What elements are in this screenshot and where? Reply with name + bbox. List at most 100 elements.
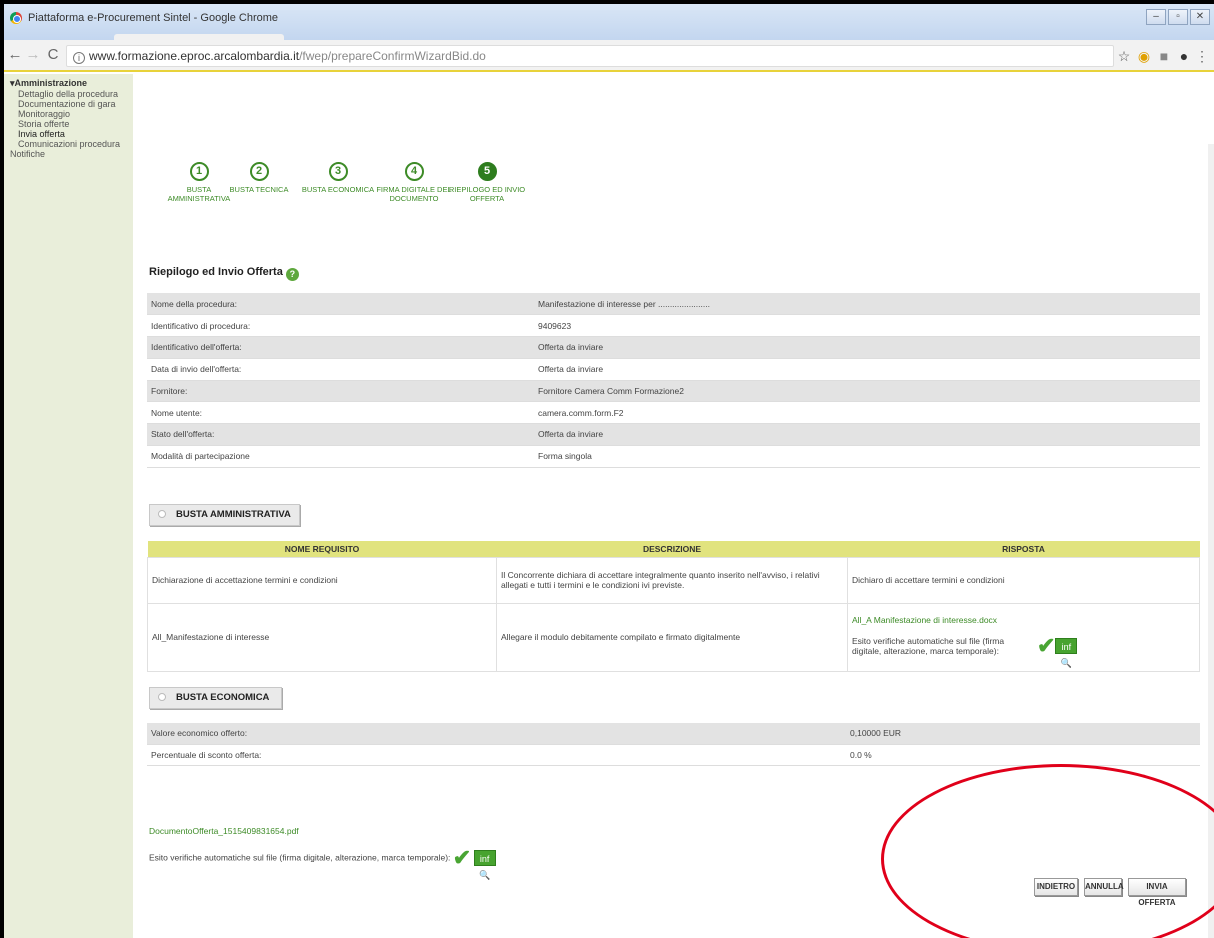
- step-label: BUSTA TECNICA: [229, 185, 289, 194]
- extension-color-icon[interactable]: ◉: [1136, 48, 1152, 64]
- checkmark-icon: ✔: [1037, 633, 1056, 658]
- summary-value: Fornitore Camera Comm Formazione2: [534, 380, 1200, 403]
- step-number: 5: [477, 162, 497, 181]
- wizard-step-3[interactable]: 3 BUSTA ECONOMICA: [298, 162, 378, 194]
- browser-toolbar: ← → C i www.formazione.eproc.arcalombardi…: [4, 40, 1214, 72]
- wizard-step-5[interactable]: 5 RIEPILOGO ED INVIO OFFERTA: [447, 162, 527, 203]
- bookmark-star-icon[interactable]: ☆: [1116, 48, 1132, 64]
- column-header-risposta: RISPOSTA: [847, 541, 1200, 557]
- extension-square-icon[interactable]: ■: [1156, 48, 1172, 64]
- step-label: RIEPILOGO ED INVIO OFFERTA: [448, 185, 526, 203]
- requirement-description: Il Concorrente dichiara di accettare int…: [496, 556, 848, 604]
- economic-table: Valore economico offerto: 0,10000 EUR Per…: [147, 723, 1200, 766]
- summary-value: Offerta da inviare: [534, 358, 1200, 381]
- summary-label: Modalità di partecipazione: [147, 445, 534, 468]
- wizard-step-4[interactable]: 4 FIRMA DIGITALE DEL DOCUMENTO: [374, 162, 454, 203]
- step-number: 2: [249, 162, 269, 181]
- menu-dots-icon[interactable]: ⋮: [1194, 48, 1210, 64]
- info-search-icon[interactable]: inf🔍: [1055, 638, 1078, 668]
- column-header-nome: NOME REQUISITO: [147, 541, 497, 557]
- sidebar-item-comunicazioni[interactable]: Comunicazioni procedura: [10, 139, 133, 149]
- url-path: /fwep/prepareConfirmWizardBid.do: [299, 49, 486, 63]
- sidebar-item-storia[interactable]: Storia offerte: [10, 119, 133, 129]
- window-title: Piattaforma e-Procurement Sintel - Googl…: [28, 12, 279, 24]
- summary-value: Offerta da inviare: [534, 336, 1200, 359]
- step-label: BUSTA ECONOMICA: [301, 185, 375, 194]
- page-title: Riepilogo ed Invio Offerta?: [149, 266, 299, 281]
- sidebar-item-invia[interactable]: Invia offerta: [10, 129, 133, 139]
- summary-label: Nome utente:: [147, 401, 534, 424]
- table-row: Data di invio dell'offerta: Offerta da in…: [147, 358, 1200, 381]
- economic-label: Percentuale di sconto offerta:: [147, 744, 846, 766]
- sidebar-item-documentazione[interactable]: Documentazione di gara: [10, 99, 133, 109]
- table-row: Identificativo di procedura: 9409623: [147, 314, 1200, 337]
- esito-text: Esito verifiche automatiche sul file (fi…: [852, 636, 1005, 656]
- minimize-button[interactable]: –: [1146, 9, 1166, 25]
- summary-table: Nome della procedura: Manifestazione di i…: [147, 293, 1200, 468]
- maximize-button[interactable]: ▫: [1168, 9, 1188, 25]
- table-row: Identificativo dell'offerta: Offerta da i…: [147, 336, 1200, 359]
- summary-label: Fornitore:: [147, 380, 534, 403]
- economic-value: 0,10000 EUR: [846, 723, 1200, 745]
- address-bar[interactable]: i www.formazione.eproc.arcalombardia.it/f…: [66, 45, 1114, 67]
- table-row: All_Manifestazione di interesse Allegare…: [147, 602, 1200, 672]
- invia-offerta-button[interactable]: INVIA OFFERTA: [1128, 878, 1186, 907]
- tab-bullet-icon: [158, 693, 166, 701]
- summary-value: camera.comm.form.F2: [534, 401, 1200, 424]
- reload-button[interactable]: C: [44, 46, 62, 63]
- requirements-table: NOME REQUISITO DESCRIZIONE RISPOSTA Dich…: [147, 541, 1200, 672]
- annulla-button[interactable]: ANNULLA: [1084, 878, 1124, 896]
- help-icon[interactable]: ?: [285, 268, 299, 281]
- table-row: Fornitore: Fornitore Camera Comm Formazio…: [147, 380, 1200, 403]
- sidebar-item-monitoraggio[interactable]: Monitoraggio: [10, 109, 133, 119]
- requirement-name: All_Manifestazione di interesse: [147, 602, 497, 672]
- info-icon[interactable]: i: [73, 52, 85, 64]
- table-row: Dichiarazione di accettazione termini e …: [147, 556, 1200, 604]
- table-row: Nome utente: camera.comm.form.F2: [147, 401, 1200, 424]
- esito-text: Esito verifiche automatiche sul file (fi…: [149, 852, 451, 863]
- step-number: 3: [328, 162, 348, 181]
- main-content: 1 BUSTA AMMINISTRATIVA 2 BUSTA TECNICA 3…: [133, 74, 1214, 938]
- wizard-step-2[interactable]: 2 BUSTA TECNICA: [219, 162, 299, 194]
- tab-busta-amministrativa[interactable]: BUSTA AMMINISTRATIVA: [149, 504, 300, 526]
- step-number: 4: [404, 162, 424, 181]
- chrome-logo-icon: [10, 12, 22, 24]
- scrollbar[interactable]: [1208, 144, 1214, 938]
- info-search-icon[interactable]: inf🔍: [473, 850, 496, 880]
- requirement-description: Allegare il modulo debitamente compilato…: [496, 602, 848, 672]
- sidebar-item-dettaglio[interactable]: Dettaglio della procedura: [10, 89, 133, 99]
- summary-value: 9409623: [534, 314, 1200, 337]
- sidebar-item-notifiche[interactable]: Notifiche: [10, 149, 133, 159]
- summary-value: Manifestazione di interesse per ........…: [534, 293, 1200, 316]
- table-header-row: NOME REQUISITO DESCRIZIONE RISPOSTA: [147, 541, 1200, 557]
- tab-busta-economica[interactable]: BUSTA ECONOMICA: [149, 687, 282, 709]
- table-row: Stato dell'offerta: Offerta da inviare: [147, 423, 1200, 446]
- close-button[interactable]: ✕: [1190, 9, 1210, 25]
- summary-label: Nome della procedura:: [147, 293, 534, 316]
- summary-label: Stato dell'offerta:: [147, 423, 534, 446]
- economic-label: Valore economico offerto:: [147, 723, 846, 745]
- documento-offerta-link[interactable]: DocumentoOfferta_1515409831654.pdf: [149, 826, 299, 836]
- summary-value: Offerta da inviare: [534, 423, 1200, 446]
- requirement-response: Dichiaro di accettare termini e condizio…: [847, 556, 1200, 604]
- table-row: Percentuale di sconto offerta: 0.0 %: [147, 744, 1200, 766]
- summary-label: Identificativo di procedura:: [147, 314, 534, 337]
- step-label: FIRMA DIGITALE DEL DOCUMENTO: [376, 185, 452, 203]
- browser-window: Piattaforma e-Procurement Sintel - Googl…: [4, 4, 1214, 938]
- summary-label: Identificativo dell'offerta:: [147, 336, 534, 359]
- sidebar-section-amministrazione[interactable]: ▾Amministrazione: [10, 78, 133, 89]
- user-avatar-icon[interactable]: ●: [1176, 48, 1192, 64]
- table-row: Modalità di partecipazione Forma singola: [147, 445, 1200, 468]
- window-controls: – ▫ ✕: [1146, 9, 1210, 25]
- attached-file-link[interactable]: All_A Manifestazione di interesse.docx: [852, 615, 1195, 625]
- economic-value: 0.0 %: [846, 744, 1200, 766]
- checkmark-icon: ✔: [452, 845, 472, 870]
- sidebar: ▾Amministrazione Dettaglio della procedu…: [4, 74, 133, 938]
- documento-esito-row: Esito verifiche automatiche sul file (fi…: [149, 845, 496, 880]
- page-title-text: Riepilogo ed Invio Offerta: [149, 266, 283, 278]
- back-button[interactable]: ←: [6, 46, 24, 63]
- tab-bullet-icon: [158, 510, 166, 518]
- file-check-row: Esito verifiche automatiche sul file (fi…: [852, 633, 1195, 668]
- indietro-button[interactable]: INDIETRO: [1034, 878, 1078, 896]
- forward-button[interactable]: →: [24, 46, 42, 63]
